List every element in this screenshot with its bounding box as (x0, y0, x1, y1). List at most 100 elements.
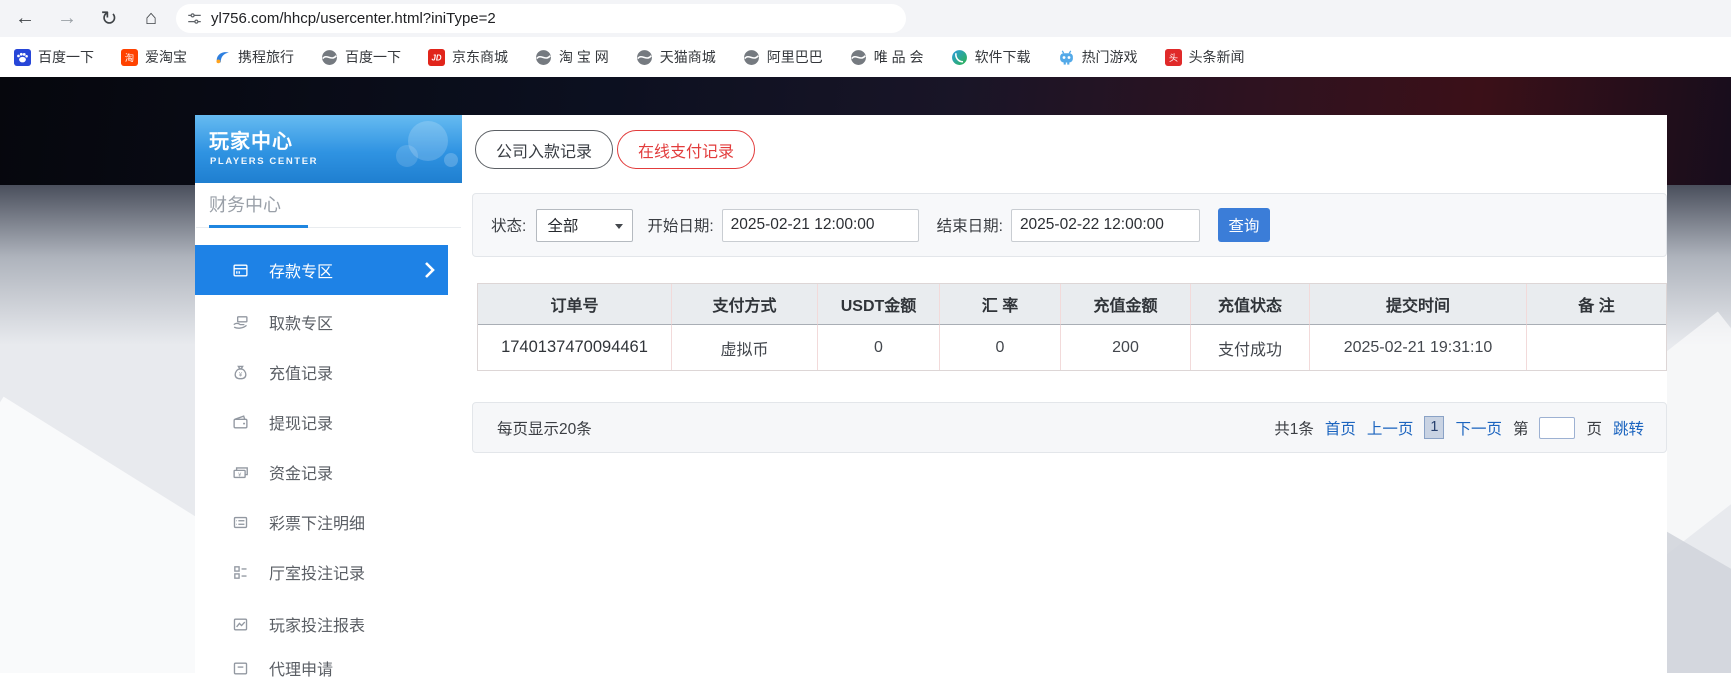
bookmark-label: 软件下载 (974, 49, 1031, 65)
sidebar-item-deposit[interactable]: 存款专区 (195, 245, 448, 295)
first-page-link[interactable]: 首页 (1325, 417, 1356, 439)
game-robot-icon (1059, 49, 1073, 65)
cell-pay-method: 虚拟币 (672, 325, 818, 370)
url-text[interactable]: yl756.com/hhcp/usercenter.html?iniType=2 (211, 10, 496, 27)
sidebar-title: 玩家中心 (209, 131, 293, 153)
globe-icon (536, 49, 551, 65)
sidebar-item-player-bet-report[interactable]: 玩家投注报表 (195, 599, 448, 649)
column-header-recharge-status: 充值状态 (1191, 284, 1310, 325)
browser-toolbar: ← → ↻ ⌂ yl756.com/hhcp/usercenter.html?i… (0, 0, 1731, 37)
status-select-value: 全部 (547, 218, 579, 235)
bookmark-taobao-site[interactable]: 淘 宝 网 (535, 47, 609, 67)
filter-bar: 状态: 全部 开始日期: 结束日期: 查询 (472, 193, 1667, 257)
globe-icon (636, 49, 652, 65)
sidebar-item-hall-bet-records[interactable]: 厅室投注记录 (195, 547, 448, 597)
bookmark-label: 头条新闻 (1188, 49, 1245, 65)
bookmark-toutiao[interactable]: 头 头条新闻 (1164, 47, 1245, 67)
jump-action-link[interactable]: 跳转 (1613, 417, 1644, 439)
globe-icon (322, 49, 337, 65)
controller-decoration (396, 145, 418, 167)
banknotes-icon: ¥ (233, 466, 248, 478)
sidebar-item-withdrawal-records[interactable]: 提现记录 (195, 397, 448, 447)
column-header-usdt-amount: USDT金额 (818, 284, 940, 325)
bookmark-baidu[interactable]: 百度一下 (14, 47, 94, 67)
svg-text:JD: JD (432, 53, 442, 62)
cell-usdt-amount: 0 (818, 325, 940, 370)
bookmark-label: 携程旅行 (238, 49, 294, 65)
svg-text:淘: 淘 (125, 52, 134, 63)
end-date-input[interactable] (1010, 208, 1200, 242)
cell-submit-time: 2025-02-21 19:31:10 (1310, 325, 1527, 370)
address-bar[interactable]: yl756.com/hhcp/usercenter.html?iniType=2 (176, 4, 906, 33)
report-chart-icon (233, 618, 248, 630)
bookmark-label: 热门游戏 (1081, 49, 1138, 65)
total-count-text: 共1条 (1274, 420, 1314, 438)
taobao-icon: 淘 (121, 48, 138, 66)
home-icon[interactable]: ⌂ (134, 2, 168, 35)
bookmark-tmall[interactable]: 天猫商城 (636, 47, 716, 67)
status-label: 状态: (491, 218, 527, 235)
site-settings-icon[interactable] (187, 11, 202, 26)
sidebar-item-label: 厅室投注记录 (269, 566, 366, 583)
sidebar-item-withdraw-zone[interactable]: 取款专区 (195, 297, 448, 347)
sidebar-item-label: 提现记录 (269, 416, 334, 433)
status-select[interactable]: 全部 (536, 208, 634, 242)
sidebar-item-recharge-records[interactable]: ¥ 充值记录 (195, 347, 448, 397)
bookmarks-bar: 百度一下 淘 爱淘宝 携程旅行 百度一下 JD 京东商城 淘 宝 网 天猫商城 … (0, 37, 1731, 77)
bookmark-aitaobao[interactable]: 淘 爱淘宝 (121, 47, 187, 67)
software-sphere-icon (951, 49, 967, 65)
jump-suffix-text: 页 (1586, 420, 1602, 438)
start-date-input[interactable] (721, 208, 919, 242)
bookmark-label: 阿里巴巴 (766, 49, 823, 65)
svg-text:头: 头 (1168, 53, 1177, 63)
cell-recharge-amount: 200 (1061, 325, 1191, 370)
svg-text:¥: ¥ (239, 372, 243, 378)
pagination-controls: 共1条 首页 上一页 1 下一页 第 页 跳转 (1274, 416, 1644, 439)
bookmark-baidu-2[interactable]: 百度一下 (321, 47, 401, 67)
sidebar-item-funds-records[interactable]: ¥ 资金记录 (195, 447, 448, 497)
next-page-link[interactable]: 下一页 (1455, 417, 1502, 439)
deposit-card-icon (233, 264, 248, 276)
sidebar-subtitle: PLAYERS CENTER (210, 156, 319, 167)
cell-order-no: 1740137470094461 (478, 325, 672, 370)
section-underline (209, 225, 308, 228)
org-list-icon (234, 565, 247, 579)
bookmark-alibaba[interactable]: 阿里巴巴 (743, 47, 823, 67)
refresh-icon[interactable]: ↻ (92, 2, 126, 35)
current-page-indicator: 1 (1424, 416, 1445, 439)
bookmark-label: 爱淘宝 (145, 49, 187, 65)
forward-icon[interactable]: → (50, 2, 84, 35)
bookmark-label: 唯 品 会 (873, 49, 924, 65)
sidebar-header: 玩家中心 PLAYERS CENTER (195, 115, 462, 183)
end-date-label: 结束日期: (936, 218, 1003, 235)
sidebar-item-agent-apply[interactable]: 代理申请 (195, 643, 448, 693)
column-header-pay-method: 支付方式 (672, 284, 818, 325)
cell-remark (1527, 325, 1666, 370)
bookmark-label: 百度一下 (345, 49, 401, 65)
tab-online-payment-records[interactable]: 在线支付记录 (617, 130, 756, 169)
column-header-order-no: 订单号 (478, 284, 672, 325)
search-button[interactable]: 查询 (1217, 208, 1270, 242)
prev-page-link[interactable]: 上一页 (1367, 417, 1414, 439)
bookmark-software[interactable]: 软件下载 (951, 47, 1031, 67)
bookmark-games[interactable]: 热门游戏 (1058, 47, 1138, 67)
back-icon[interactable]: ← (8, 2, 42, 35)
jd-icon: JD (428, 48, 445, 66)
bookmark-jd[interactable]: JD 京东商城 (428, 47, 508, 67)
cell-recharge-status: 支付成功 (1191, 325, 1310, 370)
column-header-exchange-rate: 汇 率 (940, 284, 1061, 325)
bookmark-label: 百度一下 (38, 49, 94, 65)
bookmark-label: 淘 宝 网 (559, 49, 609, 65)
chevron-right-icon (425, 262, 435, 278)
sidebar-item-lottery-bet-details[interactable]: 彩票下注明细 (195, 497, 448, 547)
sidebar-item-label: 彩票下注明细 (269, 516, 366, 533)
sidebar-item-label: 代理申请 (269, 662, 334, 679)
jump-page-input[interactable] (1539, 416, 1576, 439)
controller-decoration (444, 153, 458, 167)
pagination-bar: 每页显示20条 共1条 首页 上一页 1 下一页 第 页 跳转 (472, 402, 1667, 453)
bookmark-ctrip[interactable]: 携程旅行 (214, 47, 294, 67)
tab-company-deposit-records[interactable]: 公司入款记录 (475, 130, 614, 169)
chevron-down-icon (615, 223, 624, 229)
bookmark-vip[interactable]: 唯 品 会 (850, 47, 924, 67)
sidebar-item-label: 玩家投注报表 (269, 618, 366, 635)
